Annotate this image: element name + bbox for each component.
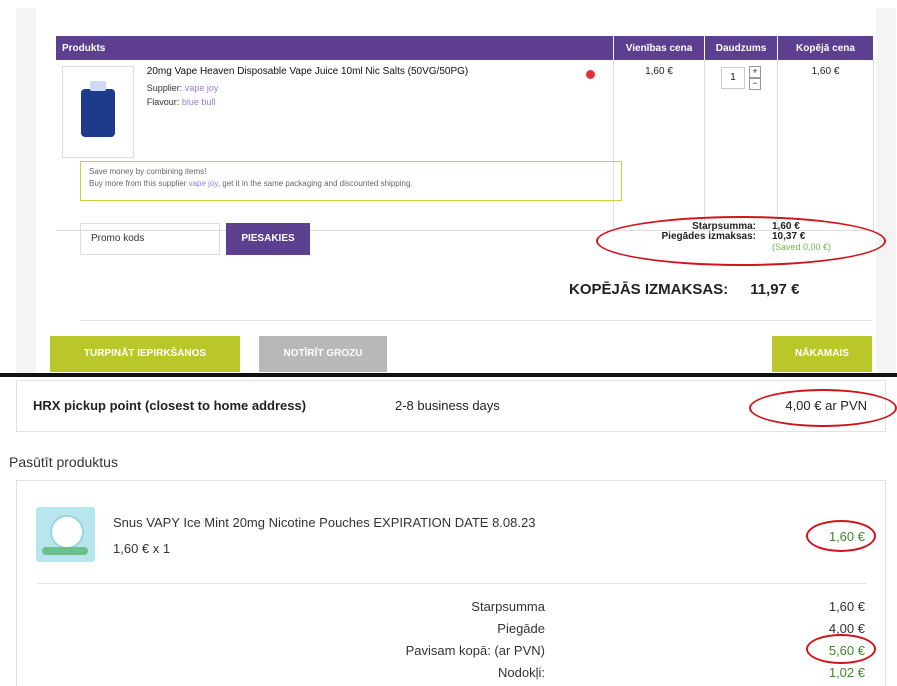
- apply-promo-button[interactable]: PIESAKIES: [226, 223, 310, 255]
- supplier-notice-link[interactable]: vape joy: [189, 179, 218, 188]
- product-title[interactable]: 20mg Vape Heaven Disposable Vape Juice 1…: [147, 66, 527, 77]
- total-row-shipping: Piegāde 4,00 €: [497, 621, 865, 636]
- annotation-oval: [806, 520, 876, 552]
- total-row-subtotal: Starpsumma 1,60 €: [471, 599, 865, 614]
- product-cell: 20mg Vape Heaven Disposable Vape Juice 1…: [56, 60, 614, 231]
- separator-bar: [0, 373, 897, 377]
- cart-panel: Produkts Vienības cena Daudzums Kopējā c…: [36, 8, 886, 373]
- cart-total: KOPĒJĀS IZMAKSAS: 11,97 €: [569, 281, 800, 298]
- cart-row: 20mg Vape Heaven Disposable Vape Juice 1…: [56, 60, 874, 231]
- order-item-qty: 1,60 € x 1: [113, 541, 171, 556]
- product-image[interactable]: [62, 66, 134, 158]
- product-info: 20mg Vape Heaven Disposable Vape Juice 1…: [147, 66, 527, 109]
- next-button[interactable]: NĀKAMAIS: [772, 336, 872, 372]
- continue-shopping-button[interactable]: TURPINĀT IEPIRKŠANOS: [50, 336, 240, 372]
- col-product: Produkts: [56, 36, 614, 60]
- unit-price-cell: 1,60 €: [613, 60, 705, 231]
- divider: [37, 583, 867, 584]
- minus-icon[interactable]: −: [749, 78, 761, 90]
- supplier-link[interactable]: vape joy: [185, 83, 219, 93]
- quantity-stepper: 1 + −: [721, 66, 761, 90]
- shipping-days: 2-8 business days: [395, 398, 500, 413]
- col-total-price: Kopējā cena: [777, 36, 874, 60]
- cart-table: Produkts Vienības cena Daudzums Kopējā c…: [56, 36, 874, 231]
- combine-notice: Save money by combining items! Buy more …: [80, 161, 622, 201]
- annotation-oval: [749, 389, 897, 427]
- product-thumbnail: [36, 507, 95, 562]
- product-supplier: Supplier: vape joy: [146, 83, 219, 93]
- total-price-cell: 1,60 €: [777, 60, 874, 231]
- promo-code-input[interactable]: Promo kods: [80, 223, 220, 255]
- remove-item-icon[interactable]: [586, 70, 595, 79]
- quantity-input[interactable]: 1: [721, 67, 745, 89]
- shipping-name: HRX pickup point (closest to home addres…: [33, 398, 307, 413]
- total-row-grand: Pavisam kopā: (ar PVN) 5,60 €: [405, 643, 865, 658]
- col-quantity: Daudzums: [704, 36, 778, 60]
- cart-screenshot: Produkts Vienības cena Daudzums Kopējā c…: [16, 8, 896, 373]
- annotation-oval: [596, 216, 886, 266]
- total-row-taxes: Nodokļi: 1,02 €: [498, 665, 865, 680]
- section-title: Pasūtīt produktus: [9, 454, 118, 470]
- order-summary: Snus VAPY Ice Mint 20mg Nicotine Pouches…: [16, 480, 886, 686]
- order-item-title: Snus VAPY Ice Mint 20mg Nicotine Pouches…: [113, 515, 536, 530]
- quantity-cell: 1 + −: [704, 60, 778, 231]
- plus-icon[interactable]: +: [749, 66, 761, 78]
- product-flavour: Flavour: blue bull: [146, 97, 216, 107]
- col-unit-price: Vienības cena: [613, 36, 705, 60]
- divider: [80, 320, 872, 321]
- clear-cart-button[interactable]: NOTĪRĪT GROZU: [259, 336, 387, 372]
- annotation-oval: [806, 634, 876, 664]
